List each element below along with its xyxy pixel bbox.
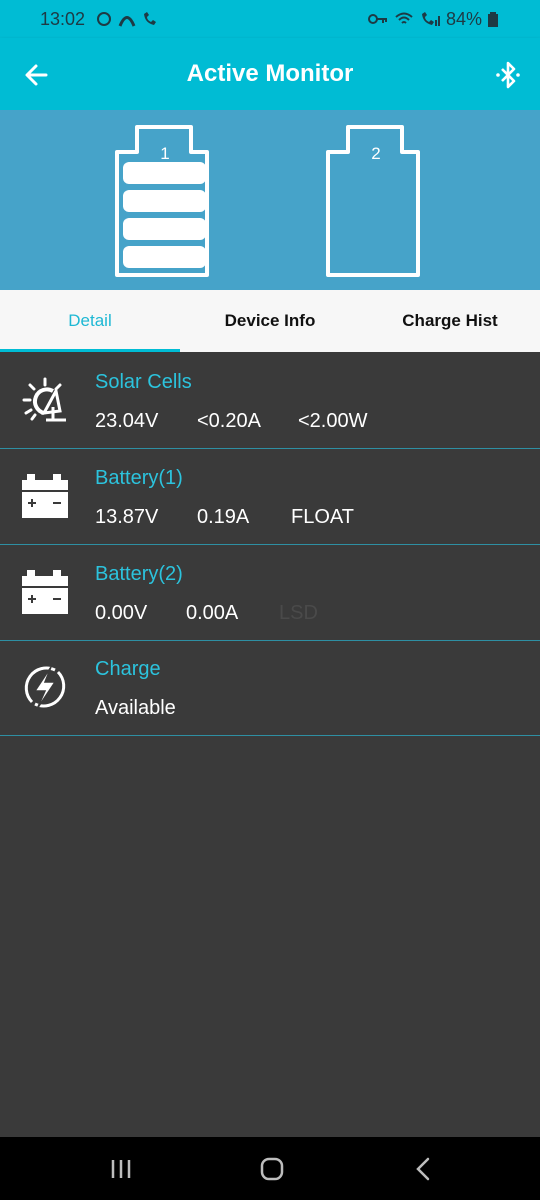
battery-1-label: Battery(1) [95,467,183,489]
active-tab-indicator [0,349,180,352]
status-time: 13:02 [40,9,86,29]
bluetooth-icon[interactable] [494,60,522,90]
notification-icons [96,10,160,28]
page-title: Active Monitor [186,60,354,87]
battery-2-state: LSD [279,602,318,624]
battery-1-row[interactable]: Battery(1) 13.87V 0.19A FLOAT [0,449,540,545]
system-icons: 84% [367,8,498,29]
app-bar: Active Monitor [0,38,540,110]
back-nav-icon[interactable] [408,1157,438,1181]
solar-voltage: 23.04V [95,410,159,432]
battery-2-graphic[interactable]: 2 [321,120,431,280]
lightning-icon [24,666,66,710]
solar-cells-label: Solar Cells [95,371,192,393]
car-battery-icon [22,570,68,614]
status-bar: 13:02 84% [0,0,540,38]
tab-bar: Detail Device Info Charge Hist [0,290,540,352]
solar-panel-sun-icon [22,377,66,422]
charge-status: Available [95,697,176,719]
battery-2-voltage: 0.00V [95,602,148,624]
tab-device-info[interactable]: Device Info [180,290,360,352]
solar-power: <2.00W [298,410,368,432]
battery-overview: 1 2 [0,110,540,290]
solar-cells-row[interactable]: Solar Cells 23.04V <0.20A <2.00W [0,353,540,449]
signal-icon [421,12,440,26]
battery-1-voltage: 13.87V [95,506,159,528]
key-icon [367,14,387,24]
tab-charge-hist[interactable]: Charge Hist [360,290,540,352]
solar-current: <0.20A [197,410,261,432]
battery-2-number: 2 [371,144,381,163]
battery-1-graphic[interactable]: 1 [110,120,220,280]
system-nav-bar [0,1137,540,1200]
battery-status-icon [488,12,498,27]
wifi-icon [395,12,413,24]
charge-row[interactable]: Charge Available [0,640,540,736]
tab-detail[interactable]: Detail [0,290,180,352]
app-notification-icon [118,16,136,27]
battery-2-row[interactable]: Battery(2) 0.00V 0.00A LSD [0,545,540,641]
battery-2-label: Battery(2) [95,563,183,585]
wifi-call-icon [144,12,156,25]
home-icon[interactable] [257,1157,287,1181]
battery-2-current: 0.00A [186,602,239,624]
recent-apps-icon[interactable] [106,1157,136,1181]
battery-1-number: 1 [160,144,170,163]
battery-percent: 84% [445,8,482,29]
battery-1-state: FLOAT [291,506,354,528]
car-battery-icon [22,474,68,518]
charge-label: Charge [95,658,161,680]
circle-notification-icon [97,12,111,26]
battery-1-current: 0.19A [197,506,250,528]
